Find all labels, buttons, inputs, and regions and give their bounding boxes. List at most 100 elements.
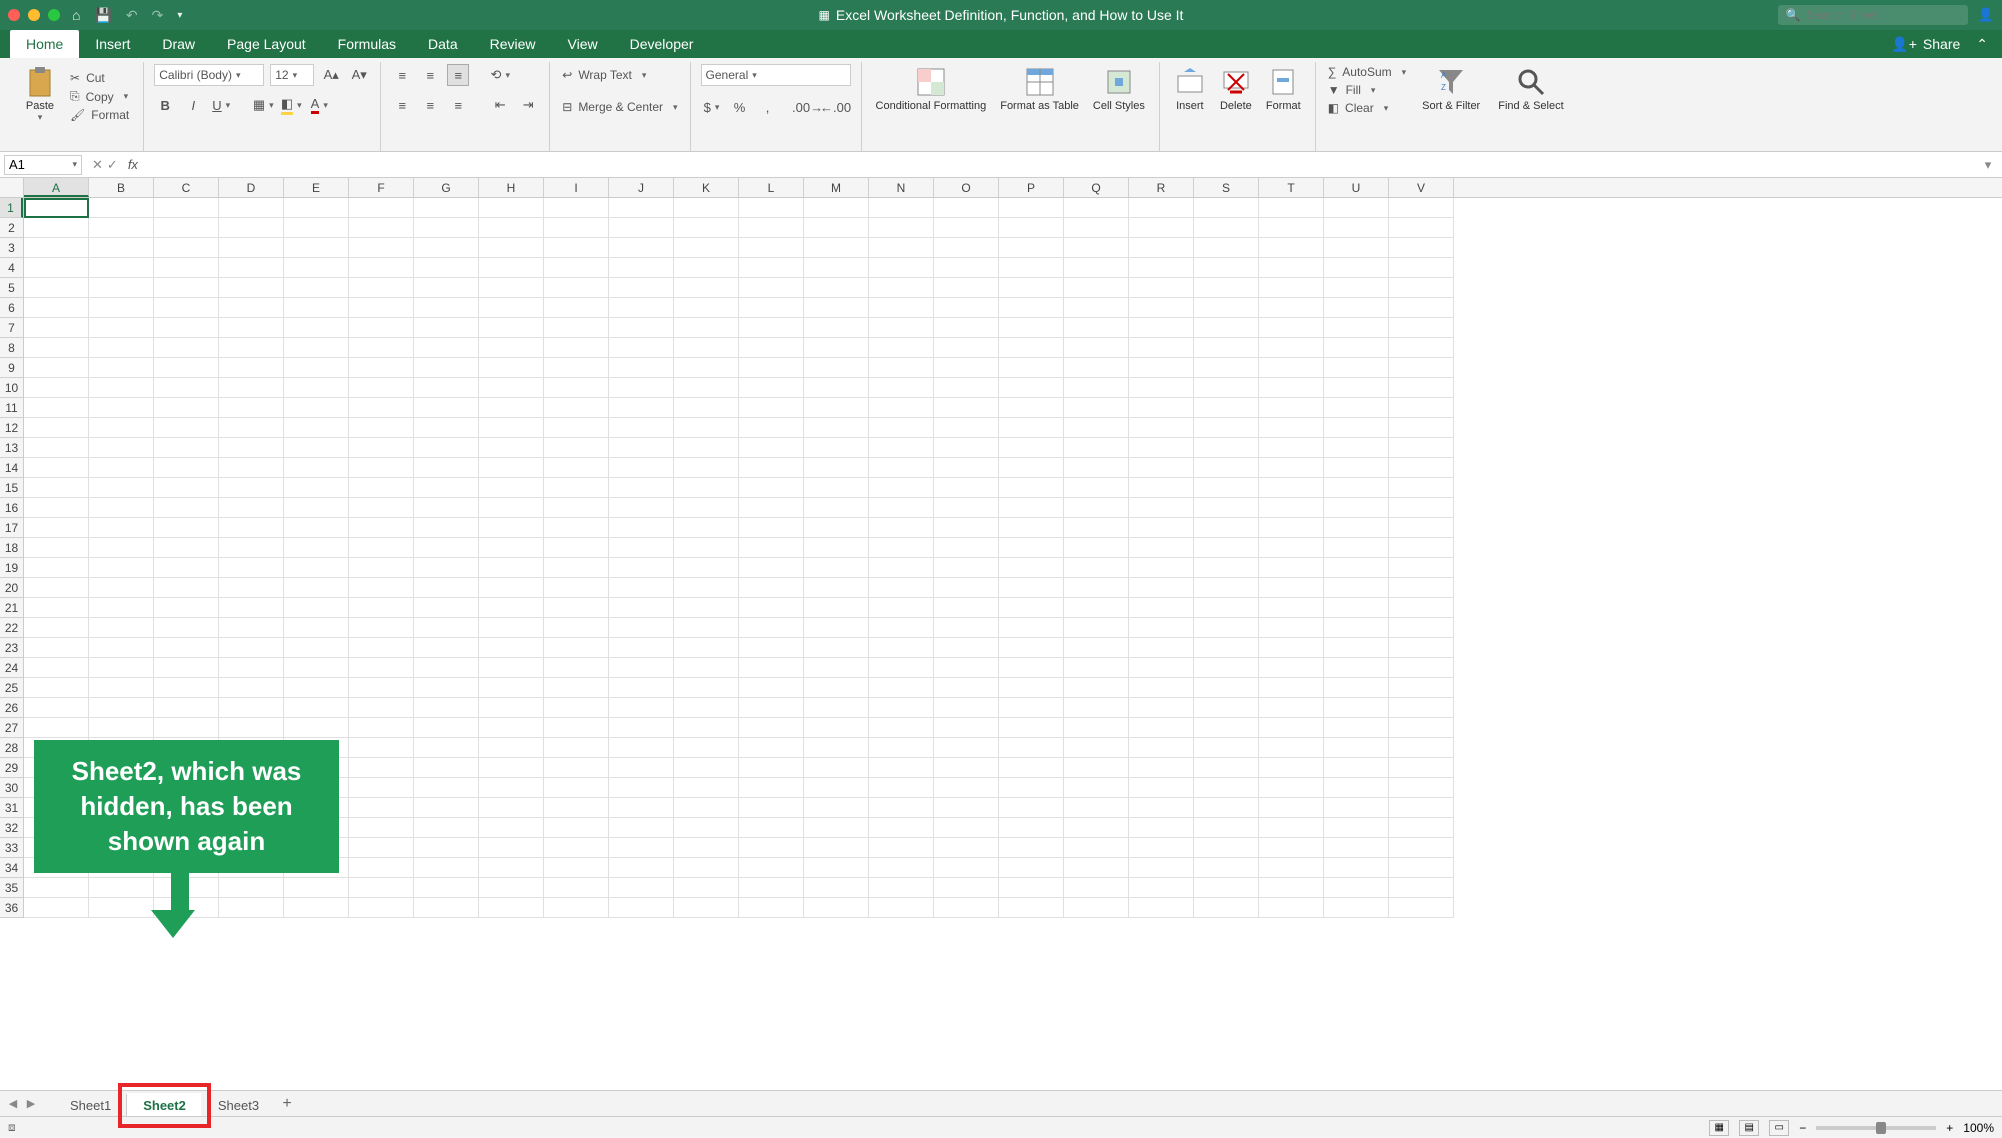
formula-input[interactable] xyxy=(142,155,1978,175)
cell-T14[interactable] xyxy=(1259,458,1324,478)
cell-F18[interactable] xyxy=(349,538,414,558)
cell-S27[interactable] xyxy=(1194,718,1259,738)
cell-V35[interactable] xyxy=(1389,878,1454,898)
cell-J27[interactable] xyxy=(609,718,674,738)
row-header-5[interactable]: 5 xyxy=(0,278,23,298)
column-header-L[interactable]: L xyxy=(739,178,804,197)
cell-U2[interactable] xyxy=(1324,218,1389,238)
cell-I36[interactable] xyxy=(544,898,609,918)
cell-F21[interactable] xyxy=(349,598,414,618)
cell-N12[interactable] xyxy=(869,418,934,438)
cell-K34[interactable] xyxy=(674,858,739,878)
cell-G5[interactable] xyxy=(414,278,479,298)
cell-H11[interactable] xyxy=(479,398,544,418)
cell-O35[interactable] xyxy=(934,878,999,898)
cell-G21[interactable] xyxy=(414,598,479,618)
align-top-icon[interactable]: ≡ xyxy=(391,64,413,86)
cell-T3[interactable] xyxy=(1259,238,1324,258)
close-window-icon[interactable] xyxy=(8,9,20,21)
cell-Q18[interactable] xyxy=(1064,538,1129,558)
cell-E1[interactable] xyxy=(284,198,349,218)
cell-V16[interactable] xyxy=(1389,498,1454,518)
cell-G17[interactable] xyxy=(414,518,479,538)
cell-G30[interactable] xyxy=(414,778,479,798)
cell-G4[interactable] xyxy=(414,258,479,278)
row-header-26[interactable]: 26 xyxy=(0,698,23,718)
cell-Q21[interactable] xyxy=(1064,598,1129,618)
tab-scroll-left-icon[interactable]: ◀ xyxy=(4,1097,22,1110)
cell-G36[interactable] xyxy=(414,898,479,918)
column-header-J[interactable]: J xyxy=(609,178,674,197)
cell-A23[interactable] xyxy=(24,638,89,658)
cell-O8[interactable] xyxy=(934,338,999,358)
cell-B25[interactable] xyxy=(89,678,154,698)
cell-S31[interactable] xyxy=(1194,798,1259,818)
cell-A22[interactable] xyxy=(24,618,89,638)
cell-V14[interactable] xyxy=(1389,458,1454,478)
cell-Q27[interactable] xyxy=(1064,718,1129,738)
cell-I31[interactable] xyxy=(544,798,609,818)
cell-P8[interactable] xyxy=(999,338,1064,358)
cell-C4[interactable] xyxy=(154,258,219,278)
font-size-select[interactable]: 12 xyxy=(270,64,314,86)
cell-V11[interactable] xyxy=(1389,398,1454,418)
cell-V33[interactable] xyxy=(1389,838,1454,858)
cell-O6[interactable] xyxy=(934,298,999,318)
cell-I14[interactable] xyxy=(544,458,609,478)
row-header-30[interactable]: 30 xyxy=(0,778,23,798)
cell-F8[interactable] xyxy=(349,338,414,358)
cell-L1[interactable] xyxy=(739,198,804,218)
cell-G33[interactable] xyxy=(414,838,479,858)
cell-D7[interactable] xyxy=(219,318,284,338)
cell-I6[interactable] xyxy=(544,298,609,318)
tab-insert[interactable]: Insert xyxy=(79,30,146,58)
row-header-10[interactable]: 10 xyxy=(0,378,23,398)
cell-F2[interactable] xyxy=(349,218,414,238)
cell-O27[interactable] xyxy=(934,718,999,738)
cell-S30[interactable] xyxy=(1194,778,1259,798)
cell-K30[interactable] xyxy=(674,778,739,798)
cell-N9[interactable] xyxy=(869,358,934,378)
cell-F35[interactable] xyxy=(349,878,414,898)
cell-K14[interactable] xyxy=(674,458,739,478)
cell-K22[interactable] xyxy=(674,618,739,638)
cell-P30[interactable] xyxy=(999,778,1064,798)
cell-G6[interactable] xyxy=(414,298,479,318)
cell-E5[interactable] xyxy=(284,278,349,298)
cell-S14[interactable] xyxy=(1194,458,1259,478)
cell-N25[interactable] xyxy=(869,678,934,698)
cell-M22[interactable] xyxy=(804,618,869,638)
cell-J14[interactable] xyxy=(609,458,674,478)
cell-L35[interactable] xyxy=(739,878,804,898)
cell-A36[interactable] xyxy=(24,898,89,918)
cell-H4[interactable] xyxy=(479,258,544,278)
cell-I32[interactable] xyxy=(544,818,609,838)
save-icon[interactable]: 💾 xyxy=(94,7,111,24)
cell-D10[interactable] xyxy=(219,378,284,398)
cell-F4[interactable] xyxy=(349,258,414,278)
cell-F23[interactable] xyxy=(349,638,414,658)
cell-L20[interactable] xyxy=(739,578,804,598)
cell-S23[interactable] xyxy=(1194,638,1259,658)
column-header-Q[interactable]: Q xyxy=(1064,178,1129,197)
cell-I5[interactable] xyxy=(544,278,609,298)
cell-N6[interactable] xyxy=(869,298,934,318)
cell-N23[interactable] xyxy=(869,638,934,658)
cell-K8[interactable] xyxy=(674,338,739,358)
cell-V15[interactable] xyxy=(1389,478,1454,498)
column-header-N[interactable]: N xyxy=(869,178,934,197)
cell-J9[interactable] xyxy=(609,358,674,378)
cell-P16[interactable] xyxy=(999,498,1064,518)
cell-G12[interactable] xyxy=(414,418,479,438)
cell-Q35[interactable] xyxy=(1064,878,1129,898)
autosum-button[interactable]: ∑AutoSum xyxy=(1326,64,1408,80)
column-header-V[interactable]: V xyxy=(1389,178,1454,197)
cell-K1[interactable] xyxy=(674,198,739,218)
border-button[interactable]: ▦ xyxy=(252,94,274,116)
cell-H36[interactable] xyxy=(479,898,544,918)
cell-L26[interactable] xyxy=(739,698,804,718)
row-header-14[interactable]: 14 xyxy=(0,458,23,478)
cell-G7[interactable] xyxy=(414,318,479,338)
cell-C13[interactable] xyxy=(154,438,219,458)
cell-K9[interactable] xyxy=(674,358,739,378)
